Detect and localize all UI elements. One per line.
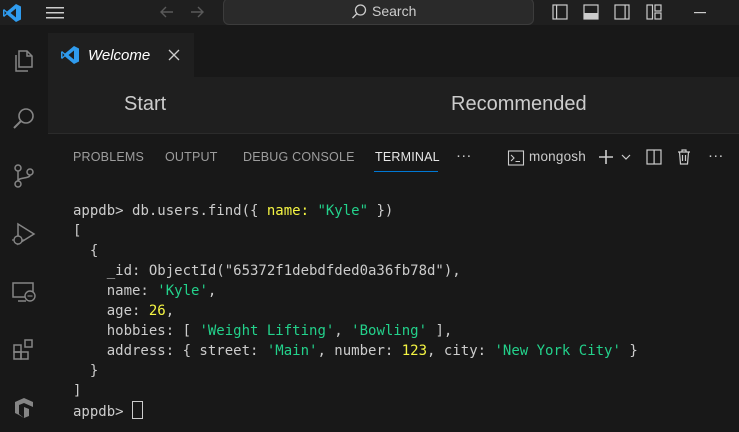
mongodb-leaf-icon[interactable] [0,384,48,432]
run-and-debug-icon[interactable] [0,210,48,258]
command-end: }) [368,203,394,219]
vscode-logo-icon [2,3,22,23]
search-label: Search [372,3,417,19]
hobbies-key: hobbies: [ [73,323,200,339]
active-tab-indicator [374,171,438,172]
hobbies-end: ], [427,323,453,339]
tab-output[interactable]: OUTPUT [165,150,218,164]
editor-tabs: Welcome [48,33,739,77]
explorer-icon[interactable] [0,37,48,85]
activity-bar [0,25,48,429]
more-tabs-button[interactable]: ··· [456,147,472,164]
main-area: Welcome Start Recommended PROBLEMS OUTPU… [48,25,739,430]
remote-explorer-icon[interactable] [0,268,48,316]
hobby-2: 'Bowling' [351,323,428,339]
command-key: name: [266,203,318,219]
forward-arrow-icon[interactable] [188,3,206,21]
tab-welcome-label: Welcome [88,46,151,64]
chevron-down-icon[interactable] [620,151,632,163]
search-box[interactable]: Search [223,0,534,25]
command-text: db.users.find({ [132,203,267,219]
extensions-icon[interactable] [0,326,48,374]
terminal-output[interactable]: appdb> db.users.find({ name: "Kyle" }) [… [73,201,638,422]
search-icon[interactable] [0,95,48,143]
terminal-instance-name[interactable]: mongosh [529,149,586,164]
more-actions-button[interactable]: ··· [708,147,724,164]
welcome-page: Start Recommended [48,77,739,133]
source-control-icon[interactable] [0,152,48,200]
vscode-logo-icon [60,45,80,65]
back-arrow-icon[interactable] [158,3,176,21]
search-icon [350,3,368,21]
age-key: age: [73,303,149,319]
tab-problems[interactable]: PROBLEMS [73,150,144,164]
city-value: 'New York City' [494,343,621,359]
open-bracket: [ [73,223,82,239]
address-key: address: { street: [73,343,267,359]
close-brace: } [73,363,99,379]
city-key: , city: [427,343,495,359]
toggle-panel-icon[interactable] [582,3,600,21]
terminal-icon [507,149,525,167]
minimize-icon[interactable] [690,3,710,21]
terminal-cursor [132,401,144,419]
split-terminal-icon[interactable] [645,148,663,166]
open-brace: { [73,243,99,259]
street-value: 'Main' [266,343,318,359]
prompt-2: appdb> [73,404,133,420]
id-line: _id: ObjectId("65372f1debdfded0a36fb78d"… [73,263,461,279]
tab-welcome[interactable]: Welcome [48,33,194,77]
customize-layout-icon[interactable] [645,3,663,21]
new-terminal-plus-icon[interactable] [596,147,616,167]
prompt: appdb> [73,203,133,219]
tab-terminal[interactable]: TERMINAL [375,150,440,164]
menu-icon[interactable] [45,6,65,20]
age-value: 26 [148,303,166,319]
name-key: name: [73,283,158,299]
name-value: 'Kyle' [157,283,208,299]
title-bar: Search [0,0,739,25]
toggle-primary-sidebar-icon[interactable] [551,3,569,21]
tab-debug-console[interactable]: DEBUG CONSOLE [243,150,355,164]
welcome-recommended-heading: Recommended [451,93,587,115]
command-value: "Kyle" [317,203,369,219]
close-icon[interactable] [166,47,182,63]
number-key: , number: [317,343,402,359]
trash-icon[interactable] [675,148,693,166]
bottom-panel: PROBLEMS OUTPUT DEBUG CONSOLE TERMINAL ·… [48,133,739,430]
welcome-start-heading: Start [124,93,167,115]
hobby-1: 'Weight Lifting' [199,323,335,339]
close-bracket: ] [73,383,82,399]
toggle-secondary-sidebar-icon[interactable] [613,3,631,21]
number-value: 123 [401,343,428,359]
address-end: } [620,343,638,359]
